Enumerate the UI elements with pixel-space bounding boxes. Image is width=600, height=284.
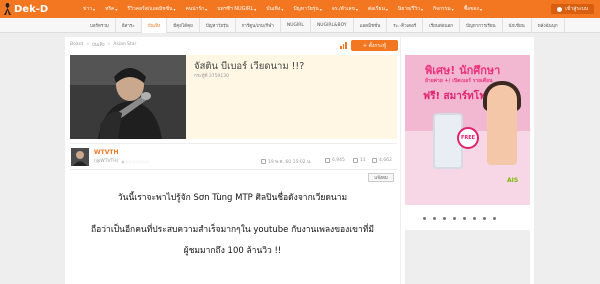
chevron-down-icon: ▾ xyxy=(254,6,257,12)
subnav-item-abroad[interactable]: เรียนต่อนอก xyxy=(423,18,461,33)
carousel-dot[interactable] xyxy=(493,217,496,220)
stats-icon[interactable] xyxy=(340,42,347,49)
heart-icon xyxy=(372,158,377,163)
comment-icon xyxy=(353,158,358,163)
subnav-item-all-boards[interactable]: บอร์ดรวม xyxy=(84,18,116,33)
chevron-down-icon: ▾ xyxy=(451,6,454,12)
chevron-down-icon: ▾ xyxy=(115,6,118,12)
subnav-item-entertainment[interactable]: บันเทิง xyxy=(141,18,168,33)
breadcrumb-entertainment[interactable]: บันเทิง xyxy=(92,41,105,48)
topnav-item-cute[interactable]: คนน่ารัก ▾ xyxy=(180,5,212,13)
post-date: 19 พ.ค. 60 15:02 น. xyxy=(261,158,312,165)
calendar-icon xyxy=(261,159,266,164)
top-bar: Dek-D ข่าว ▾ ทริค ▾ รีวิวคอร์ส/แอดมิชชั่น ▾… xyxy=(0,0,600,18)
carousel-dot[interactable] xyxy=(423,217,426,220)
chevron-down-icon: ▾ xyxy=(355,6,358,12)
post-paragraph: วันนี้เราจะพาไปรู้จัก Sơn Tùng MTP ศิลปิ… xyxy=(117,193,348,203)
topnav-item-novels[interactable]: นิยาย/รีวิว ▾ xyxy=(393,5,428,13)
chevron-down-icon: ▾ xyxy=(93,6,96,12)
view-count: 6,945 xyxy=(325,158,345,163)
topnav-item-news[interactable]: ข่าว ▾ xyxy=(78,5,100,13)
post-cover-image xyxy=(70,55,186,139)
topnav-item-study[interactable]: ต่อเรียน ▾ xyxy=(363,5,393,13)
chevron-down-icon: ▾ xyxy=(421,6,424,12)
chevron-down-icon: ▾ xyxy=(205,6,208,12)
chevron-down-icon: ▾ xyxy=(281,6,284,12)
post-header: จัสติน บีเบอร์ เวียดนาม !!? กระทู้ที่ 37… xyxy=(70,55,397,139)
subnav-item-cartoon[interactable]: การ์ตูน/เกม/กีฬา xyxy=(236,18,281,33)
subnav-item-teen[interactable]: ปัญหาวัยรุ่น xyxy=(200,18,236,33)
post-paragraph: ผู้ชมมากถึง 100 ล้านวิว !! xyxy=(183,246,282,256)
topnav-item-reviews[interactable]: รีวิวคอร์ส/แอดมิชชั่น ▾ xyxy=(122,5,180,13)
post-paragraph: ถือว่าเป็นอีกคนที่ประสบความสำเร็จมากๆใน … xyxy=(91,225,374,235)
carousel-dots xyxy=(423,217,496,220)
author-name[interactable]: WTVTH xyxy=(94,149,118,156)
avatar[interactable] xyxy=(71,148,89,166)
carousel-dot[interactable] xyxy=(473,217,476,220)
breadcrumb: Board » บันเทิง » Asian Star xyxy=(70,41,136,48)
chevron-down-icon: ▾ xyxy=(385,6,388,12)
board-nav: บอร์ดรวม อีสาระ บันเทิง มีคุยได้คุย ปัญห… xyxy=(84,18,565,33)
post-id: กระทู้ที่ 3759130 xyxy=(194,74,229,79)
subnav-item-knowledge[interactable]: อีสาระ xyxy=(116,18,142,33)
carousel-dot[interactable] xyxy=(463,217,466,220)
topnav-item-numbers[interactable]: จร./ตัวเลข ▾ xyxy=(327,5,363,13)
sidebar: พิเศษ! นักศึกษา ย้ายค่าย +/ เปิดเบอร์ รา… xyxy=(401,37,534,284)
subnav-item-nugirl-boy[interactable]: NUGIRL&BOY xyxy=(311,18,354,33)
sidebar-placeholder xyxy=(405,230,530,284)
carousel-dot[interactable] xyxy=(453,217,456,220)
subnav-item-admission[interactable]: แอดมิชชั่น xyxy=(354,18,388,33)
free-badge: FREE xyxy=(457,127,479,149)
topnav-item-activities[interactable]: กิจกรรม ▾ xyxy=(428,5,459,13)
topnav-item-nugirl[interactable]: บทฯซีฯ NUGIRL ▾ xyxy=(212,5,261,13)
logo-text: Dek-D xyxy=(14,3,49,15)
subnav-item-nugirl[interactable]: NUGIRL xyxy=(281,18,311,33)
author-handle: (@WTVTH) ●○○○○○○○ xyxy=(94,159,150,164)
user-icon xyxy=(557,6,563,12)
main-content: Board » บันเทิง » Asian Star + ตั้งกระทู… xyxy=(65,37,400,284)
topnav-item-teen-problems[interactable]: ปัญหาวัยรุ่น ▾ xyxy=(288,5,326,13)
dek-d-logo[interactable]: Dek-D xyxy=(0,0,76,18)
sub-nav-bar: บอร์ดรวม อีสาระ บันเทิง มีคุยได้คุย ปัญห… xyxy=(0,18,600,33)
breadcrumb-separator: » xyxy=(86,42,89,47)
topnav-item-shop[interactable]: ซื้อของ ▾ xyxy=(459,5,487,13)
new-topic-button[interactable]: + ตั้งกระทู้ xyxy=(351,40,398,51)
report-button[interactable]: แจ้งลบ xyxy=(368,173,394,182)
ad-subtitle: ย้ายค่าย +/ เปิดเบอร์ รายเดือน xyxy=(425,78,493,84)
ais-logo: AIS xyxy=(507,177,519,184)
carousel-dot[interactable] xyxy=(433,217,436,220)
author-info: WTVTH (@WTVTH) ●○○○○○○○ 19 พ.ค. 60 15:02… xyxy=(70,143,397,170)
breadcrumb-separator: » xyxy=(107,42,111,47)
topnav-item-entertainment[interactable]: บันเทิง ▾ xyxy=(261,5,288,13)
model-image xyxy=(487,85,517,165)
ais-advertisement[interactable]: พิเศษ! นักศึกษา ย้ายค่าย +/ เปิดเบอร์ รา… xyxy=(405,55,530,205)
top-nav: ข่าว ▾ ทริค ▾ รีวิวคอร์ส/แอดมิชชั่น ▾ คนน่า… xyxy=(78,0,487,18)
subnav-item-chat[interactable]: มีคุยได้คุย xyxy=(167,18,200,33)
chevron-down-icon: ▾ xyxy=(479,6,482,12)
eye-icon xyxy=(325,158,330,163)
comment-count: 11 xyxy=(353,158,366,163)
subnav-item-fun[interactable]: หลังฉันนุก xyxy=(532,18,565,33)
like-count: 4,662 xyxy=(372,158,392,163)
subnav-item-study-problems[interactable]: ปัญหาการเรียน xyxy=(460,18,503,33)
chevron-down-icon: ▾ xyxy=(319,6,322,12)
subnav-item-tutor[interactable]: ระ.-ติวเตอร์ xyxy=(387,18,424,33)
rank-stars: ●○○○○○○○ xyxy=(121,159,150,164)
breadcrumb-board[interactable]: Board xyxy=(70,42,83,47)
carousel-dot[interactable] xyxy=(483,217,486,220)
carousel-dot[interactable] xyxy=(443,217,446,220)
subnav-item-writers[interactable]: นักเขียน xyxy=(503,18,532,33)
topnav-item-tricks[interactable]: ทริค ▾ xyxy=(100,5,122,13)
chevron-down-icon: ▾ xyxy=(173,6,176,12)
ribbon-icon xyxy=(4,3,11,15)
breadcrumb-asian-star[interactable]: Asian Star xyxy=(113,42,136,47)
login-button[interactable]: เข้าสู่ระบบ xyxy=(551,4,594,14)
